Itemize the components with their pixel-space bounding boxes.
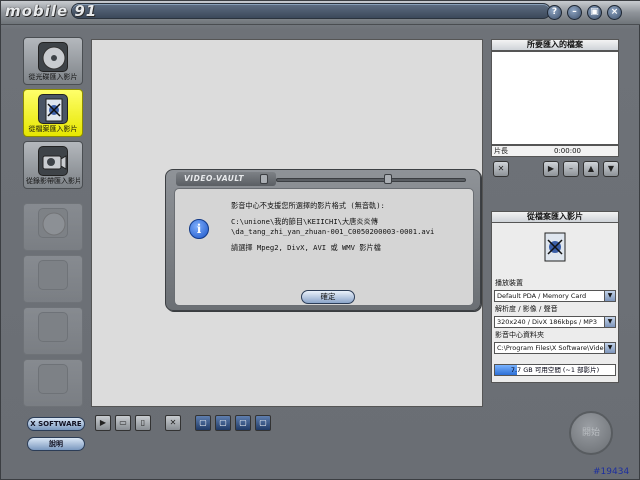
length-bar: 片長 0:00:00 — [491, 145, 619, 157]
folder-value: C:\Program Files\X Software\Video — [497, 344, 608, 352]
device-select[interactable]: Default PDA / Memory Card ▼ — [494, 290, 616, 302]
import-settings-panel: 從檔案匯入影片 播放裝置 Default PDA / Memory Card ▼… — [491, 211, 619, 383]
minimize-button[interactable]: – — [567, 5, 582, 20]
minus-button[interactable]: – — [563, 161, 579, 177]
pause-button[interactable]: ▯ — [135, 415, 151, 431]
app-window: mobile 91 ? – ▣ × 從光碟匯入影片 從檔案匯入影片 從錄影帶匯入… — [0, 0, 640, 480]
start-button[interactable]: 開始 — [569, 411, 613, 455]
files-list[interactable] — [491, 51, 619, 145]
sidebar-item-label: 從檔案匯入影片 — [28, 125, 78, 133]
video-file-icon — [38, 364, 68, 394]
import-panel-title: 從檔案匯入影片 — [491, 211, 619, 223]
move-up-button[interactable]: ▲ — [583, 161, 599, 177]
help-button[interactable]: ? — [547, 5, 562, 20]
app-logo: mobile 91 — [5, 2, 98, 20]
dialog-path-1: C:\unione\我的節目\KEIICHI\大唐炎炎傳 — [231, 217, 378, 226]
chevron-down-icon: ▼ — [604, 343, 615, 353]
video-file-icon — [38, 94, 68, 124]
play-button[interactable]: ▶ — [95, 415, 111, 431]
dialog-path-2: \da_tang_zhi_yan_zhuan-001_C0050200003-0… — [231, 227, 435, 236]
sidebar-disabled-edit-button — [23, 307, 83, 355]
import-from-tape-button[interactable]: 從錄影帶匯入影片 — [23, 141, 83, 189]
ok-button[interactable]: 確定 — [301, 290, 355, 304]
chevron-down-icon: ▼ — [604, 317, 615, 327]
sidebar-disabled-disc-button — [23, 203, 83, 251]
free-space-bar: 7.7 GB 可用空間 (~1 部影片) — [494, 364, 616, 376]
edit-icon — [38, 312, 68, 342]
close-button[interactable]: × — [607, 5, 622, 20]
resolution-select[interactable]: 320x240 / DivX 186kbps / MP3 ▼ — [494, 316, 616, 328]
dialog-hint: 請選擇 Mpeg2, DivX, AVI 或 WMV 影片檔 — [231, 243, 381, 252]
files-panel-title: 所要匯入的檔案 — [491, 39, 619, 51]
view-medium-button[interactable]: ▢ — [215, 415, 231, 431]
folder-label: 影音中心資料夾 — [495, 331, 544, 339]
video-file-icon — [542, 232, 568, 262]
import-from-dvd-button[interactable]: 從光碟匯入影片 — [23, 37, 83, 85]
dialog-body: i 影音中心不支援您所選擇的影片格式 (無音軌): C:\unione\我的節目… — [174, 188, 474, 306]
sidebar-disabled-file-button — [23, 359, 83, 407]
free-space-text: 7.7 GB 可用空間 (~1 部影片) — [510, 366, 600, 374]
title-bar: mobile 91 ? – ▣ × — [1, 1, 640, 25]
dialog-knob-left — [260, 174, 268, 184]
disc-icon — [38, 208, 68, 238]
resolution-label: 解析度 / 影像 / 聲音 — [495, 305, 558, 313]
dialog-knob-right — [384, 174, 392, 184]
view-small-button[interactable]: ▢ — [195, 415, 211, 431]
error-dialog: VIDEO-VAULT i 影音中心不支援您所選擇的影片格式 (無音軌): C:… — [165, 169, 481, 311]
dialog-rail — [276, 178, 466, 182]
title-bar-groove — [71, 3, 551, 19]
clear-button[interactable]: ✕ — [165, 415, 181, 431]
resolution-value: 320x240 / DivX 186kbps / MP3 — [497, 318, 597, 326]
info-icon: i — [189, 219, 209, 239]
play-file-button[interactable]: ▶ — [543, 161, 559, 177]
chevron-down-icon: ▼ — [604, 291, 615, 301]
dialog-message: 影音中心不支援您所選擇的影片格式 (無音軌): — [231, 201, 385, 210]
remove-file-button[interactable]: ✕ — [493, 161, 509, 177]
xsoftware-button[interactable]: X SOFTWARE — [27, 417, 85, 431]
length-value: 0:00:00 — [554, 147, 581, 155]
image-icon — [38, 260, 68, 290]
sidebar-disabled-image-button — [23, 255, 83, 303]
device-value: Default PDA / Memory Card — [497, 292, 587, 300]
length-label: 片長 — [494, 147, 508, 155]
sidebar-item-label: 從錄影帶匯入影片 — [26, 177, 80, 185]
folder-select[interactable]: C:\Program Files\X Software\Video ▼ — [494, 342, 616, 354]
move-down-button[interactable]: ▼ — [603, 161, 619, 177]
import-from-file-button[interactable]: 從檔案匯入影片 — [23, 89, 83, 137]
dvd-disc-icon — [38, 42, 68, 72]
stop-button[interactable]: ▭ — [115, 415, 131, 431]
view-fullscreen-button[interactable]: ▢ — [255, 415, 271, 431]
camcorder-icon — [38, 146, 68, 176]
view-large-button[interactable]: ▢ — [235, 415, 251, 431]
device-label: 播放裝置 — [495, 279, 523, 287]
restore-button[interactable]: ▣ — [587, 5, 602, 20]
watermark: #19434 — [593, 467, 630, 477]
sidebar-item-label: 從光碟匯入影片 — [28, 73, 78, 81]
help-label-button[interactable]: 說明 — [27, 437, 85, 451]
